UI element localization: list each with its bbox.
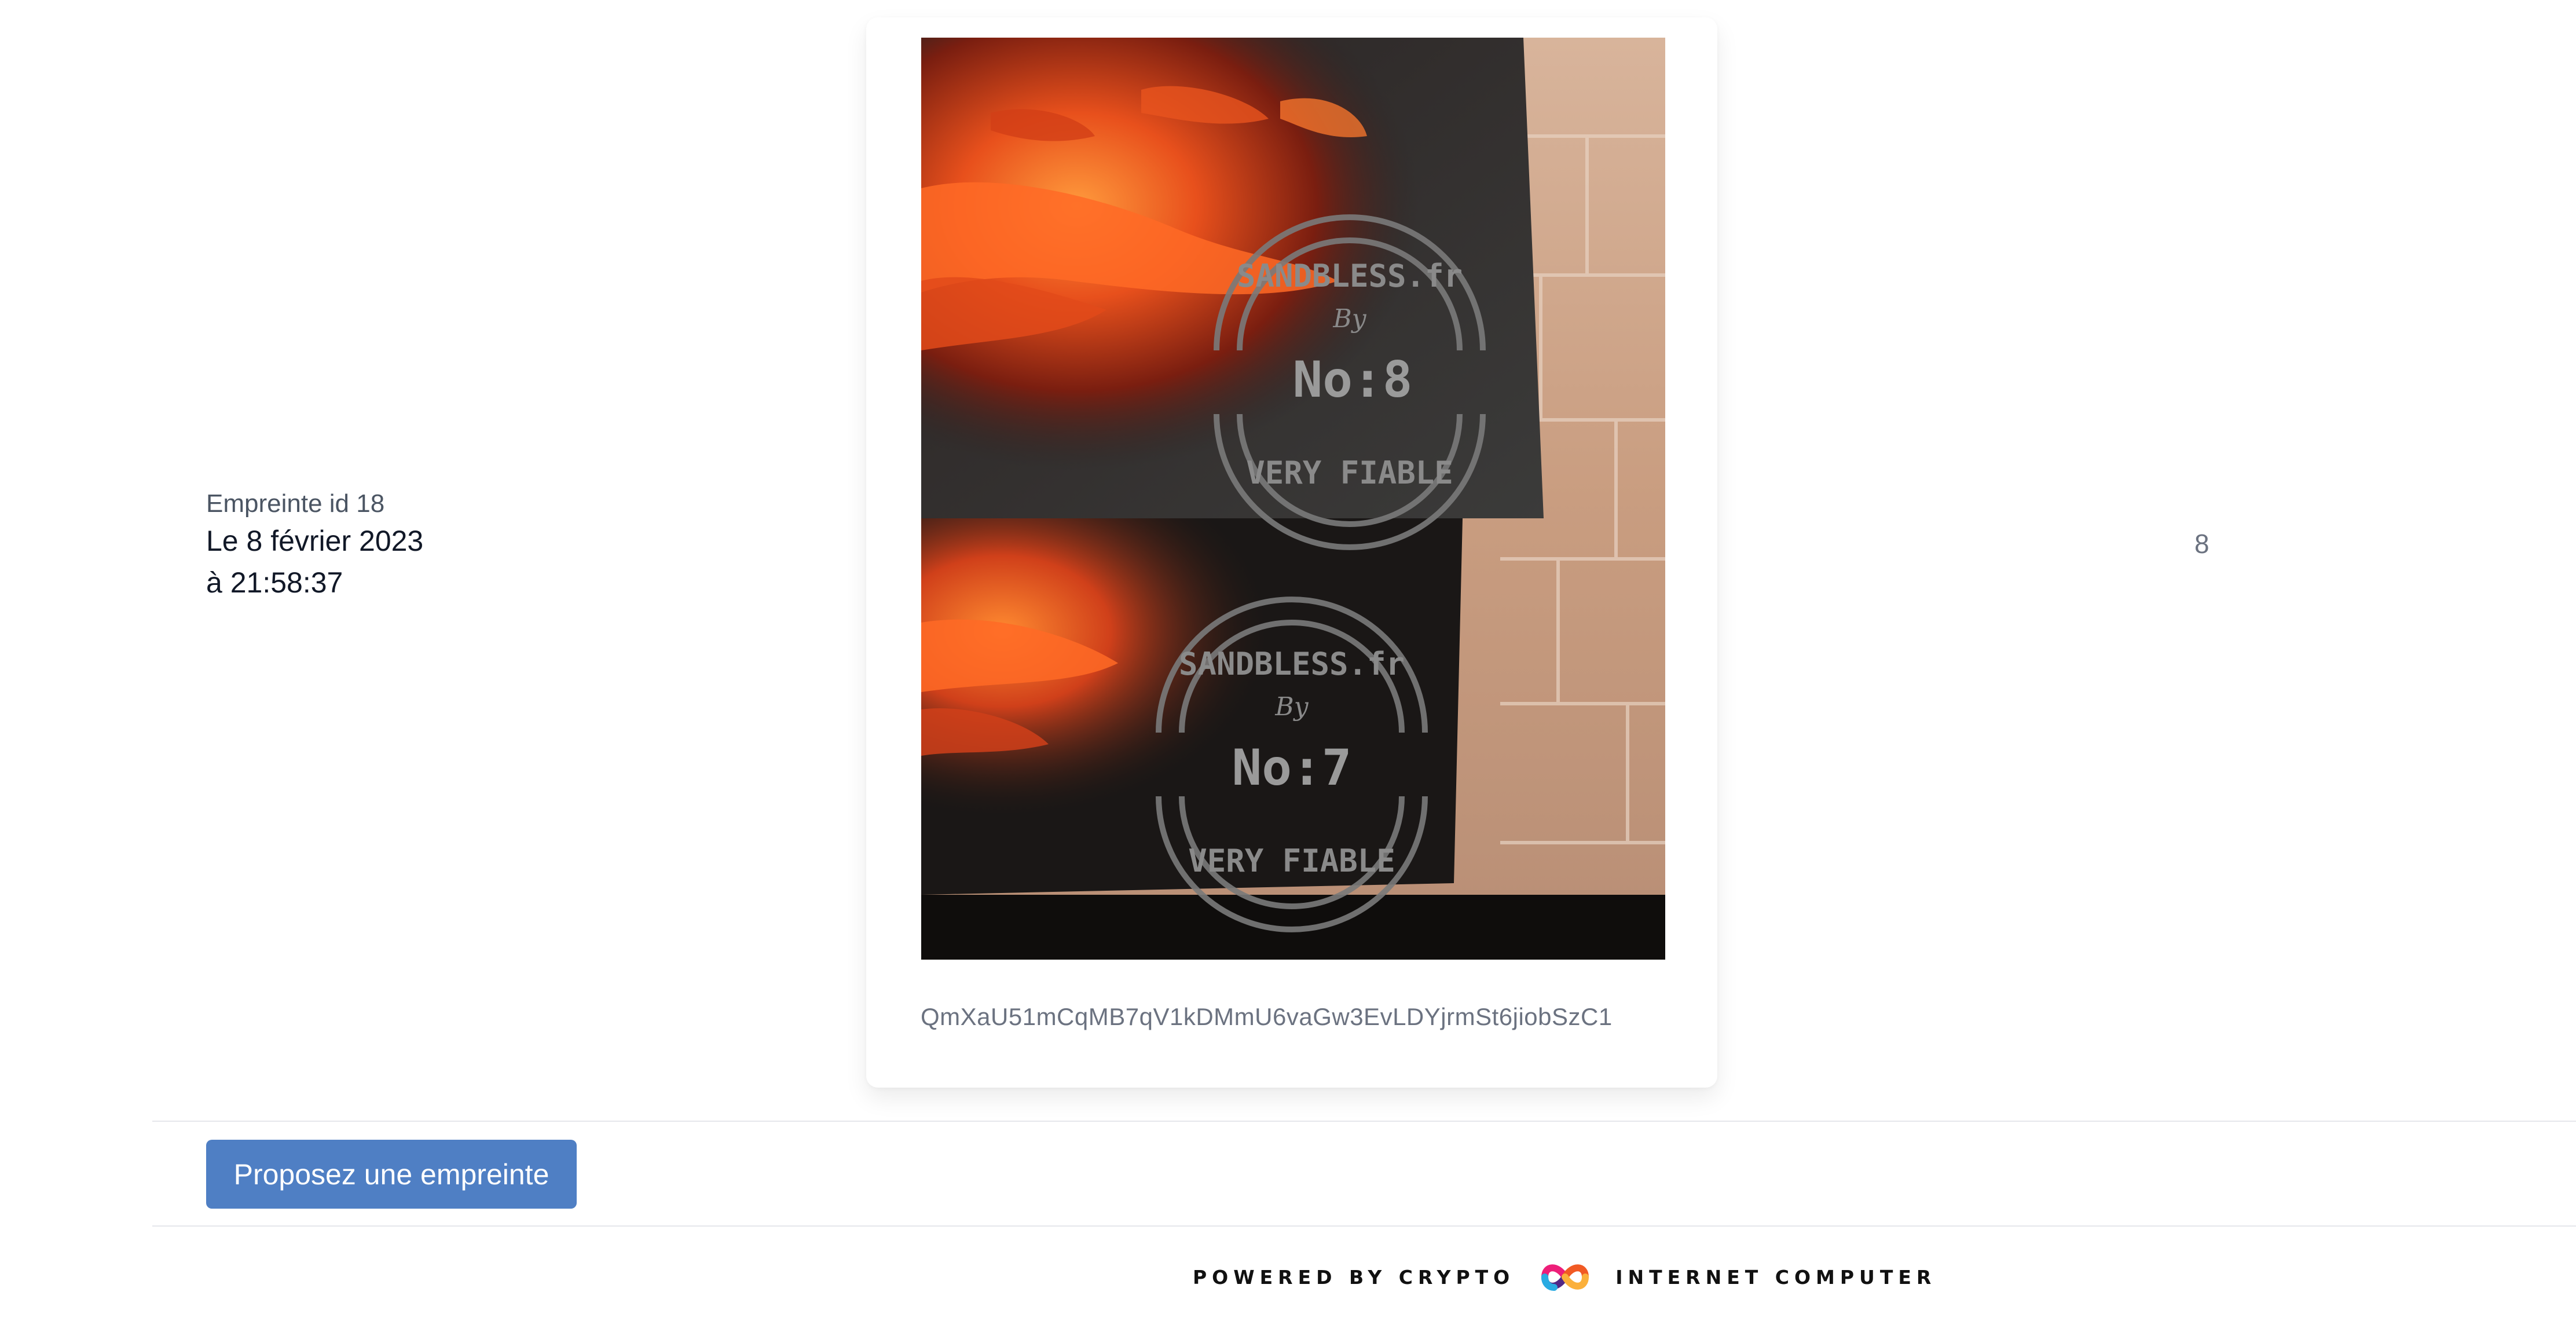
infinity-logo-icon [1541, 1264, 1589, 1291]
fingerprint-date: Le 8 février 2023 [206, 525, 424, 557]
fingerprint-meta: Empreinte id 18 Le 8 février 2023 à 21:5… [206, 488, 423, 603]
fingerprint-count: 8 [2194, 529, 2209, 559]
svg-text:SANDBLESS.fr: SANDBLESS.fr [1237, 258, 1463, 294]
svg-text:VERY FIABLE: VERY FIABLE [1246, 455, 1453, 491]
powered-by-text: POWERED BY CRYPTO [1193, 1265, 1515, 1289]
svg-text:SANDBLESS.fr: SANDBLESS.fr [1179, 646, 1405, 682]
divider-top [152, 1121, 2576, 1122]
powered-by-footer[interactable]: POWERED BY CRYPTO INTERNET COMPUTER [1193, 1257, 1936, 1297]
svg-text:No:8: No:8 [1292, 351, 1412, 409]
page: Empreinte id 18 Le 8 février 2023 à 21:5… [0, 0, 2576, 1321]
svg-text:No:7: No:7 [1232, 739, 1351, 797]
svg-text:VERY FIABLE: VERY FIABLE [1188, 843, 1395, 879]
divider-bottom [152, 1225, 2576, 1227]
fingerprint-id: Empreinte id 18 [206, 489, 385, 518]
fingerprint-time: à 21:58:37 [206, 566, 343, 599]
svg-text:By: By [1332, 304, 1366, 334]
ipfs-hash: QmXaU51mCqMB7qV1kDMmU6vaGw3EvLDYjrmSt6ji… [921, 1003, 1613, 1030]
fingerprint-card: SANDBLESS.fr By No:8 VERY FIABLE SANDBLE… [866, 17, 1717, 1088]
internet-computer-text: INTERNET COMPUTER [1615, 1265, 1937, 1289]
svg-text:By: By [1274, 692, 1309, 722]
fingerprint-photo[interactable]: SANDBLESS.fr By No:8 VERY FIABLE SANDBLE… [921, 38, 1665, 960]
propose-fingerprint-button[interactable]: Proposez une empreinte [206, 1140, 577, 1209]
